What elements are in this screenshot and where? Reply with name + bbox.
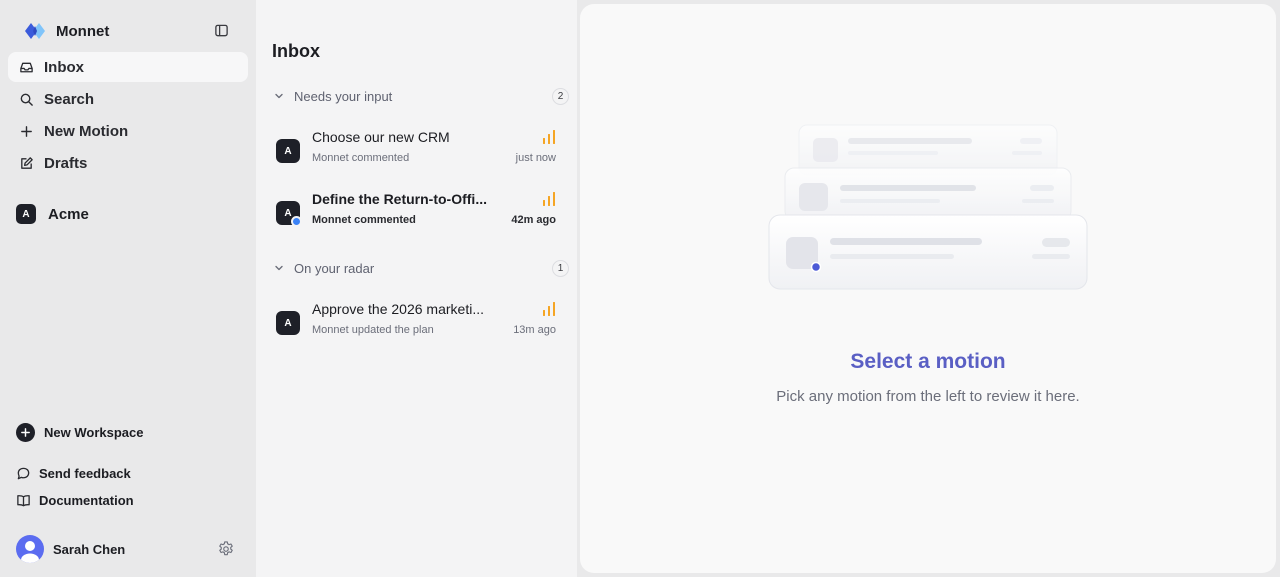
collapse-sidebar-button[interactable] [212, 21, 230, 39]
group-header-needs-input[interactable]: Needs your input 2 [264, 81, 569, 111]
item-subtitle: Monnet commented [312, 214, 416, 226]
plus-circle-icon [16, 422, 35, 442]
new-workspace-button[interactable]: New Workspace [16, 422, 143, 442]
new-workspace-label: New Workspace [44, 424, 144, 440]
workspace-badge: A [16, 204, 36, 224]
priority-bars-icon [543, 302, 555, 316]
unread-indicator [291, 216, 302, 227]
inbox-panel: Inbox Needs your input 2 A Choose our ne… [256, 0, 577, 577]
workspace-acme[interactable]: A Acme [16, 203, 89, 225]
priority-bars-icon [543, 130, 555, 144]
sidebar: Monnet Inbox Search New Motion Drafts A … [0, 0, 256, 577]
brand[interactable]: Monnet [24, 20, 109, 42]
app-name: Monnet [56, 22, 110, 40]
count-badge: 1 [552, 260, 569, 277]
documentation-label: Documentation [39, 492, 134, 508]
workspace-name: Acme [48, 205, 89, 223]
item-title: Choose our new CRM [312, 129, 450, 145]
sidebar-nav: Inbox Search New Motion Drafts [8, 52, 248, 180]
settings-button[interactable] [216, 539, 236, 559]
group-label: Needs your input [294, 88, 393, 104]
item-timestamp: 42m ago [511, 214, 556, 226]
item-title: Approve the 2026 marketi... [312, 301, 484, 317]
documentation-link[interactable]: Documentation [16, 491, 134, 509]
empty-state-title: Select a motion [850, 350, 1006, 373]
edit-icon [21, 156, 33, 169]
count-badge: 2 [552, 88, 569, 105]
avatar [16, 535, 44, 563]
book-icon [17, 494, 30, 506]
empty-state-subtitle: Pick any motion from the left to review … [776, 388, 1080, 405]
sidebar-item-inbox[interactable]: Inbox [8, 52, 248, 82]
priority-bars-icon [543, 192, 555, 206]
gear-icon [219, 541, 233, 556]
monnet-logo-icon [25, 23, 45, 39]
item-timestamp: 13m ago [513, 324, 556, 336]
page-title: Inbox [272, 41, 320, 61]
sidebar-item-label: Drafts [44, 154, 88, 172]
search-icon [20, 93, 33, 106]
group-header-on-radar[interactable]: On your radar 1 [264, 253, 569, 283]
empty-state-illustration [768, 124, 1088, 290]
user-profile[interactable]: Sarah Chen [16, 535, 125, 563]
avatar: A [276, 311, 300, 335]
item-subtitle: Monnet commented [312, 152, 410, 164]
item-timestamp: just now [515, 152, 556, 164]
sidebar-item-label: Search [44, 90, 95, 108]
plus-icon [21, 125, 32, 137]
list-item[interactable]: A Choose our new CRM Monnet commented ju… [268, 125, 565, 177]
group-label: On your radar [294, 260, 375, 276]
item-title: Define the Return-to-Offi... [312, 191, 487, 207]
detail-panel: Select a motion Pick any motion from the… [580, 4, 1276, 573]
user-name: Sarah Chen [53, 541, 126, 557]
sidebar-item-new-motion[interactable]: New Motion [8, 116, 248, 146]
list-item[interactable]: A Define the Return-to-Offi... Monnet co… [268, 187, 565, 239]
sidebar-item-label: Inbox [44, 58, 84, 76]
sidebar-toggle-icon [214, 24, 228, 36]
inbox-icon [20, 62, 33, 72]
sidebar-item-search[interactable]: Search [8, 84, 248, 114]
item-subtitle: Monnet updated the plan [312, 324, 434, 336]
sidebar-item-label: New Motion [44, 122, 129, 140]
list-item[interactable]: A Approve the 2026 marketi... Monnet upd… [268, 297, 565, 349]
chat-bubble-icon [17, 467, 30, 479]
sidebar-item-drafts[interactable]: Drafts [8, 148, 248, 178]
chevron-down-icon [275, 93, 283, 99]
send-feedback-link[interactable]: Send feedback [16, 464, 131, 482]
chevron-down-icon [275, 265, 283, 271]
send-feedback-label: Send feedback [39, 465, 131, 481]
avatar: A [276, 139, 300, 163]
